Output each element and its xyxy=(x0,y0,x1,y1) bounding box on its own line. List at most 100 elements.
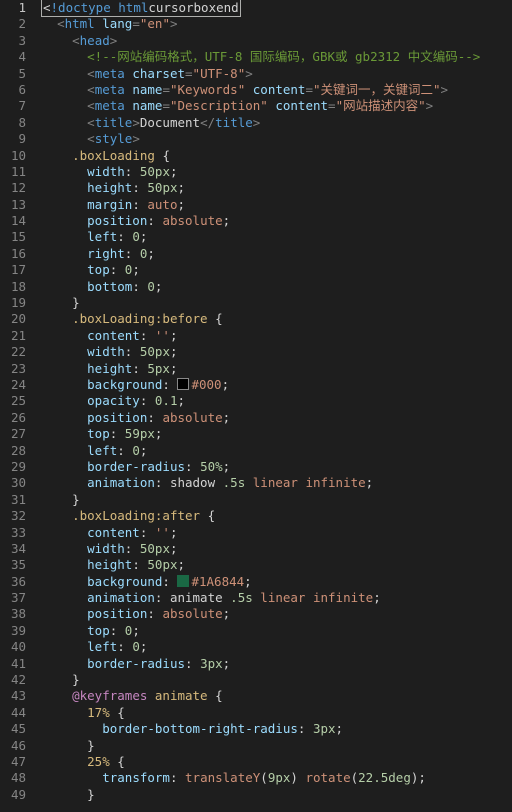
code-line[interactable]: 25% { xyxy=(42,754,512,770)
line-number: 14 xyxy=(0,213,26,229)
code-line[interactable]: opacity: 0.1; xyxy=(42,393,512,409)
line-number: 40 xyxy=(0,639,26,655)
code-line[interactable]: width: 50px; xyxy=(42,344,512,360)
line-number: 7 xyxy=(0,98,26,114)
line-number: 18 xyxy=(0,279,26,295)
code-line[interactable]: .boxLoading:after { xyxy=(42,508,512,524)
line-number: 26 xyxy=(0,410,26,426)
code-line[interactable]: <html lang="en"> xyxy=(42,16,512,32)
line-number: 27 xyxy=(0,426,26,442)
code-line[interactable]: } xyxy=(42,738,512,754)
line-number: 46 xyxy=(0,738,26,754)
code-line[interactable]: position: absolute; xyxy=(42,606,512,622)
code-line[interactable]: .boxLoading { xyxy=(42,148,512,164)
line-number: 24 xyxy=(0,377,26,393)
line-number: 13 xyxy=(0,197,26,213)
code-editor[interactable]: 1234567891011121314151617181920212223242… xyxy=(0,0,512,812)
code-line[interactable]: height: 50px; xyxy=(42,557,512,573)
line-number: 11 xyxy=(0,164,26,180)
line-number: 37 xyxy=(0,590,26,606)
code-line[interactable]: height: 5px; xyxy=(42,361,512,377)
code-line[interactable]: <style> xyxy=(42,131,512,147)
code-line[interactable]: height: 50px; xyxy=(42,180,512,196)
code-line[interactable]: <meta name="Keywords" content="关键词一，关键词二… xyxy=(42,82,512,98)
code-line[interactable]: top: 59px; xyxy=(42,426,512,442)
line-number: 25 xyxy=(0,393,26,409)
code-line[interactable]: .boxLoading:before { xyxy=(42,311,512,327)
code-line[interactable]: } xyxy=(42,492,512,508)
line-number: 35 xyxy=(0,557,26,573)
code-line[interactable]: top: 0; xyxy=(42,262,512,278)
code-line[interactable]: width: 50px; xyxy=(42,164,512,180)
code-line[interactable]: left: 0; xyxy=(42,229,512,245)
line-number: 38 xyxy=(0,606,26,622)
line-number: 32 xyxy=(0,508,26,524)
code-line[interactable]: 17% { xyxy=(42,705,512,721)
code-line[interactable]: <title>Document</title> xyxy=(42,115,512,131)
code-line[interactable]: left: 0; xyxy=(42,639,512,655)
line-number: 1 xyxy=(0,0,26,16)
code-line[interactable]: left: 0; xyxy=(42,443,512,459)
code-line[interactable]: } xyxy=(42,672,512,688)
line-number: 41 xyxy=(0,656,26,672)
code-line[interactable]: content: ''; xyxy=(42,328,512,344)
code-line[interactable]: } xyxy=(42,295,512,311)
code-line[interactable]: animation: shadow .5s linear infinite; xyxy=(42,475,512,491)
line-number: 39 xyxy=(0,623,26,639)
code-line[interactable]: <meta charset="UTF-8"> xyxy=(42,66,512,82)
line-number: 23 xyxy=(0,361,26,377)
code-area[interactable]: <!doctype htmlcursorboxend <html lang="e… xyxy=(34,0,512,812)
code-line[interactable]: position: absolute; xyxy=(42,410,512,426)
code-line[interactable]: content: ''; xyxy=(42,525,512,541)
code-line[interactable]: margin: auto; xyxy=(42,197,512,213)
code-line[interactable]: } xyxy=(42,787,512,803)
line-number: 34 xyxy=(0,541,26,557)
code-line[interactable]: bottom: 0; xyxy=(42,279,512,295)
line-number: 5 xyxy=(0,66,26,82)
line-number: 15 xyxy=(0,229,26,245)
code-line[interactable]: animation: animate .5s linear infinite; xyxy=(42,590,512,606)
line-number: 10 xyxy=(0,148,26,164)
line-number: 17 xyxy=(0,262,26,278)
line-number: 9 xyxy=(0,131,26,147)
code-line[interactable]: top: 0; xyxy=(42,623,512,639)
line-number: 48 xyxy=(0,770,26,786)
line-number: 47 xyxy=(0,754,26,770)
code-line[interactable]: border-radius: 50%; xyxy=(42,459,512,475)
line-number: 16 xyxy=(0,246,26,262)
line-number: 20 xyxy=(0,311,26,327)
line-number: 3 xyxy=(0,33,26,49)
line-number: 49 xyxy=(0,787,26,803)
line-number: 22 xyxy=(0,344,26,360)
code-line[interactable]: right: 0; xyxy=(42,246,512,262)
color-swatch-icon xyxy=(177,378,189,390)
code-line[interactable]: width: 50px; xyxy=(42,541,512,557)
code-line[interactable]: position: absolute; xyxy=(42,213,512,229)
line-number: 28 xyxy=(0,443,26,459)
code-line[interactable]: background: #1A6844; xyxy=(42,574,512,590)
line-number: 33 xyxy=(0,525,26,541)
line-number: 8 xyxy=(0,115,26,131)
code-line[interactable]: <!doctype htmlcursorboxend xyxy=(42,0,512,16)
color-swatch-icon xyxy=(177,575,189,587)
code-line[interactable]: @keyframes animate { xyxy=(42,688,512,704)
code-line[interactable]: <head> xyxy=(42,33,512,49)
line-number: 43 xyxy=(0,688,26,704)
line-number: 2 xyxy=(0,16,26,32)
code-line[interactable]: border-radius: 3px; xyxy=(42,656,512,672)
line-number: 42 xyxy=(0,672,26,688)
code-line[interactable]: transform: translateY(9px) rotate(22.5de… xyxy=(42,770,512,786)
code-line[interactable]: <!--网站编码格式，UTF-8 国际编码，GBK或 gb2312 中文编码--… xyxy=(42,49,512,65)
line-number: 31 xyxy=(0,492,26,508)
line-number: 12 xyxy=(0,180,26,196)
code-line[interactable]: background: #000; xyxy=(42,377,512,393)
line-number: 30 xyxy=(0,475,26,491)
code-line[interactable]: <meta name="Description" content="网站描述内容… xyxy=(42,98,512,114)
line-number: 6 xyxy=(0,82,26,98)
line-number: 44 xyxy=(0,705,26,721)
line-number: 45 xyxy=(0,721,26,737)
line-number-gutter: 1234567891011121314151617181920212223242… xyxy=(0,0,34,812)
line-number: 19 xyxy=(0,295,26,311)
code-line[interactable]: border-bottom-right-radius: 3px; xyxy=(42,721,512,737)
line-number: 21 xyxy=(0,328,26,344)
